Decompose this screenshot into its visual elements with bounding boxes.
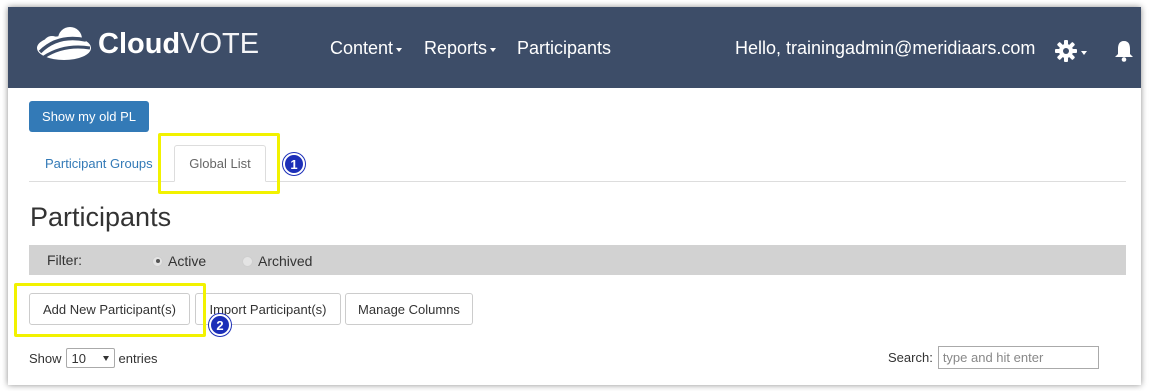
app-window: CloudVOTE Content Reports Participants H… (8, 7, 1141, 385)
tab-participant-groups[interactable]: Participant Groups (45, 156, 153, 171)
filter-archived-radio[interactable]: Archived (242, 253, 312, 269)
user-greeting[interactable]: Hello, trainingadmin@meridiaars.com (735, 38, 1035, 59)
chevron-down-icon (102, 355, 109, 361)
radio-selected-icon (152, 255, 163, 267)
nav-content-label: Content (330, 38, 394, 58)
tab-global-list[interactable]: Global List (174, 145, 266, 182)
cloud-logo-icon (37, 27, 91, 60)
logo-light-text: VOTE (180, 28, 260, 60)
nav-participants-link[interactable]: Participants (517, 38, 611, 59)
entries-select[interactable]: 10 (65, 348, 115, 368)
nav-content-menu[interactable]: Content (330, 38, 403, 59)
nav-reports-menu[interactable]: Reports (424, 38, 497, 59)
show-old-pl-button[interactable]: Show my old PL (29, 101, 149, 132)
step-badge-1: 1 (283, 153, 305, 175)
add-participant-button[interactable]: Add New Participant(s) (29, 293, 190, 325)
search-control: Search: (888, 346, 1099, 369)
top-navbar: CloudVOTE Content Reports Participants H… (8, 7, 1141, 88)
step-badge-2: 2 (209, 314, 231, 336)
nav-reports-label: Reports (424, 38, 488, 58)
filter-archived-label: Archived (258, 253, 313, 269)
radio-unselected-icon (242, 255, 253, 267)
notifications-button[interactable] (1114, 40, 1134, 67)
manage-columns-button[interactable]: Manage Columns (345, 293, 473, 325)
show-label: Show (29, 350, 62, 366)
settings-menu[interactable] (1055, 40, 1087, 62)
logo-bold-text: Cloud (98, 28, 181, 60)
search-input[interactable] (937, 346, 1099, 369)
entries-label: entries (118, 350, 158, 366)
bell-icon (1115, 41, 1133, 62)
app-logo[interactable]: CloudVOTE (34, 24, 259, 64)
search-label: Search: (888, 350, 933, 365)
show-entries-control: Show 10 entries (29, 348, 158, 368)
chevron-down-icon (1081, 50, 1087, 55)
gear-icon (1055, 40, 1077, 62)
filter-active-radio[interactable]: Active (152, 253, 206, 269)
filter-bar: Filter: Active Archived (29, 245, 1126, 275)
chevron-down-icon (396, 48, 403, 52)
chevron-down-icon (490, 48, 497, 52)
nav-participants-label: Participants (517, 38, 612, 58)
filter-active-label: Active (168, 253, 207, 269)
app-name: CloudVOTE (98, 24, 259, 64)
page-title: Participants (30, 202, 172, 232)
filter-label: Filter: (47, 252, 82, 268)
entries-value: 10 (71, 350, 86, 366)
